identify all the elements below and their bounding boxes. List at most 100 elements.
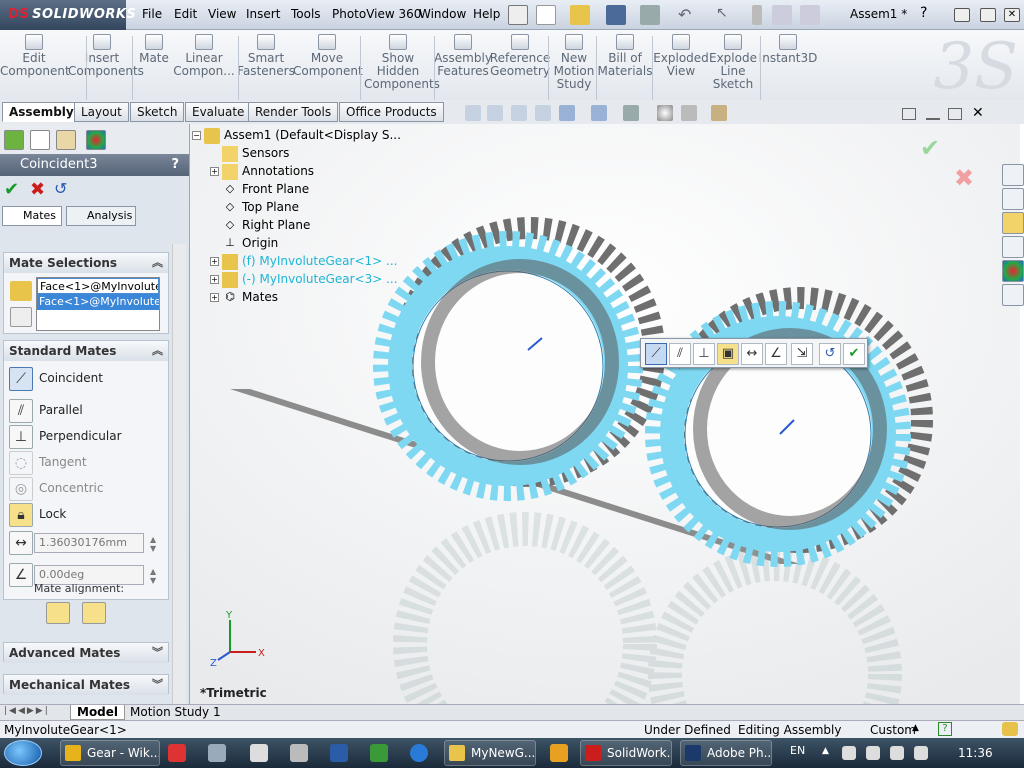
view-palette-icon[interactable] bbox=[1002, 236, 1024, 258]
popup-lock-icon[interactable]: ▣ bbox=[717, 343, 739, 365]
tab-motion-study[interactable]: Motion Study 1 bbox=[124, 705, 227, 720]
graphics-area[interactable]: Y X Z − Assem1 (Default<Display S... Senso… bbox=[190, 124, 1020, 704]
confirm-corner-check-icon[interactable]: ✔ bbox=[920, 134, 940, 162]
tab-scroll-arrows-icon[interactable]: |◀◀▶▶| bbox=[4, 706, 50, 716]
rebuild-icon[interactable] bbox=[752, 5, 762, 25]
tab-render-tools[interactable]: Render Tools bbox=[248, 102, 339, 122]
design-library-icon[interactable] bbox=[1002, 188, 1024, 210]
tangent-option[interactable]: ◌ Tangent bbox=[9, 451, 159, 475]
popup-parallel-icon[interactable]: ⫽ bbox=[669, 343, 691, 365]
excel-icon[interactable] bbox=[370, 744, 388, 762]
new-document-icon[interactable] bbox=[536, 5, 556, 25]
zoom-area-icon[interactable] bbox=[487, 105, 503, 121]
configuration-manager-icon[interactable] bbox=[56, 130, 76, 150]
taskbar-window-button[interactable]: Gear - Wik... bbox=[60, 740, 160, 766]
start-button-icon[interactable] bbox=[4, 740, 42, 766]
angle-spinner-icon[interactable]: ▲ ▼ bbox=[150, 567, 156, 585]
cm-button-3[interactable]: Linear Compon... bbox=[170, 34, 238, 78]
menu-window[interactable]: Window bbox=[419, 7, 466, 21]
gear-2[interactable] bbox=[645, 287, 933, 567]
concentric-option[interactable]: ◎ Concentric bbox=[9, 477, 159, 501]
tag-icon[interactable] bbox=[1002, 722, 1018, 736]
menu-tools[interactable]: Tools bbox=[291, 7, 321, 21]
list-item[interactable]: Face<1>@MyInvolute bbox=[37, 294, 159, 310]
open-folder-icon[interactable] bbox=[570, 5, 590, 25]
popup-angle-icon[interactable]: ∠ bbox=[765, 343, 787, 365]
save-icon[interactable] bbox=[606, 5, 626, 25]
taskbar-window-button[interactable]: MyNewG... bbox=[444, 740, 536, 766]
appearances-icon[interactable] bbox=[1002, 260, 1024, 282]
hide-show-items-icon[interactable] bbox=[623, 105, 639, 121]
tab-mates[interactable]: Mates bbox=[2, 206, 62, 226]
display-style-icon[interactable] bbox=[591, 105, 607, 121]
popup-distance-icon[interactable]: ↔ bbox=[741, 343, 763, 365]
restore-icon[interactable] bbox=[980, 8, 996, 22]
popup-ok-icon[interactable]: ✔ bbox=[843, 343, 865, 365]
tab-analysis[interactable]: Analysis bbox=[66, 206, 136, 226]
taskbar-window-button[interactable]: SolidWork... bbox=[580, 740, 672, 766]
cm-button-6[interactable]: Show Hidden Components bbox=[364, 34, 440, 91]
menu-view[interactable]: View bbox=[208, 7, 236, 21]
tray-expand-icon[interactable]: ▲ bbox=[822, 746, 829, 756]
display-manager-icon[interactable] bbox=[86, 130, 106, 150]
help-icon[interactable]: ? bbox=[171, 157, 179, 172]
apply-scene-icon[interactable] bbox=[681, 105, 697, 121]
mate-selection-list[interactable]: Face<1>@MyInvolute Face<1>@MyInvolute bbox=[36, 277, 160, 331]
collapse-chevron-icon[interactable]: ︽ bbox=[152, 342, 163, 358]
popup-coincident-icon[interactable]: ⟋ bbox=[645, 343, 667, 365]
popup-flip-alignment-icon[interactable]: ⇲ bbox=[791, 343, 813, 365]
word-icon[interactable] bbox=[330, 744, 348, 762]
confirm-corner-cancel-icon[interactable]: ✖ bbox=[954, 164, 974, 192]
tab-office-products[interactable]: Office Products bbox=[339, 102, 444, 122]
expand-box-icon[interactable]: + bbox=[210, 257, 219, 266]
network-tray-icon[interactable] bbox=[890, 746, 904, 760]
popup-undo-icon[interactable]: ↺ bbox=[819, 343, 841, 365]
volume-icon[interactable] bbox=[914, 746, 928, 760]
parallel-option[interactable]: ⫽ Parallel bbox=[9, 399, 159, 423]
menu-edit[interactable]: Edit bbox=[174, 7, 197, 21]
ok-check-icon[interactable]: ✔ bbox=[4, 179, 19, 200]
doc-close-icon[interactable]: ✕ bbox=[972, 105, 984, 121]
menu-file[interactable]: File bbox=[142, 7, 162, 21]
ie-icon[interactable] bbox=[410, 744, 428, 762]
action-center-icon[interactable] bbox=[866, 746, 880, 760]
expand-chevron-icon[interactable]: ︾ bbox=[152, 644, 163, 660]
split-view-icon[interactable] bbox=[902, 108, 916, 120]
cm-button-5[interactable]: Move Component bbox=[293, 34, 363, 78]
tab-model[interactable]: Model bbox=[70, 705, 126, 720]
close-icon[interactable]: ✕ bbox=[1004, 8, 1020, 22]
undo-icon[interactable]: ↶ bbox=[678, 5, 698, 25]
expand-chevron-icon[interactable]: ︾ bbox=[152, 676, 163, 692]
custom-properties-icon[interactable] bbox=[1002, 284, 1024, 306]
selection-filter-icon[interactable] bbox=[10, 281, 32, 301]
list-item[interactable]: Face<1>@MyInvolute bbox=[37, 278, 159, 294]
sw-resources-icon[interactable] bbox=[1002, 164, 1024, 186]
view-settings-icon[interactable] bbox=[711, 105, 727, 121]
coincident-option[interactable]: ⟋ Coincident bbox=[9, 367, 159, 391]
tab-sketch[interactable]: Sketch bbox=[130, 102, 185, 122]
media-player-icon[interactable] bbox=[550, 744, 568, 762]
cancel-x-icon[interactable]: ✖ bbox=[30, 179, 45, 200]
menu-insert[interactable]: Insert bbox=[246, 7, 280, 21]
clock[interactable]: 11:36 bbox=[958, 746, 993, 760]
network-icon[interactable] bbox=[250, 744, 268, 762]
print-icon[interactable] bbox=[640, 5, 660, 25]
edit-appearance-icon[interactable] bbox=[657, 105, 673, 121]
menu-photoview[interactable]: PhotoView 360 bbox=[332, 7, 421, 21]
gear-model-viewport[interactable]: Y X Z bbox=[190, 124, 1020, 704]
doc-minimize-icon[interactable] bbox=[926, 108, 940, 120]
mechanical-mates-group[interactable]: Mechanical Mates ︾ bbox=[3, 674, 169, 695]
previous-view-icon[interactable] bbox=[511, 105, 527, 121]
file-explorer-icon[interactable] bbox=[1002, 212, 1024, 234]
expand-box-icon[interactable]: + bbox=[210, 293, 219, 302]
collapse-chevron-icon[interactable]: ︽ bbox=[152, 254, 163, 270]
property-manager-icon[interactable] bbox=[30, 130, 50, 150]
zoom-to-fit-icon[interactable] bbox=[465, 105, 481, 121]
pin-icon[interactable] bbox=[508, 5, 528, 25]
pm-scrollbar[interactable] bbox=[172, 244, 186, 704]
expand-box-icon[interactable]: + bbox=[210, 275, 219, 284]
taskbar-window-button[interactable]: Adobe Ph... bbox=[680, 740, 772, 766]
undo-mate-icon[interactable]: ↺ bbox=[54, 179, 67, 198]
cm-button-0[interactable]: Edit Component bbox=[0, 34, 70, 78]
file-properties-icon[interactable] bbox=[772, 5, 792, 25]
